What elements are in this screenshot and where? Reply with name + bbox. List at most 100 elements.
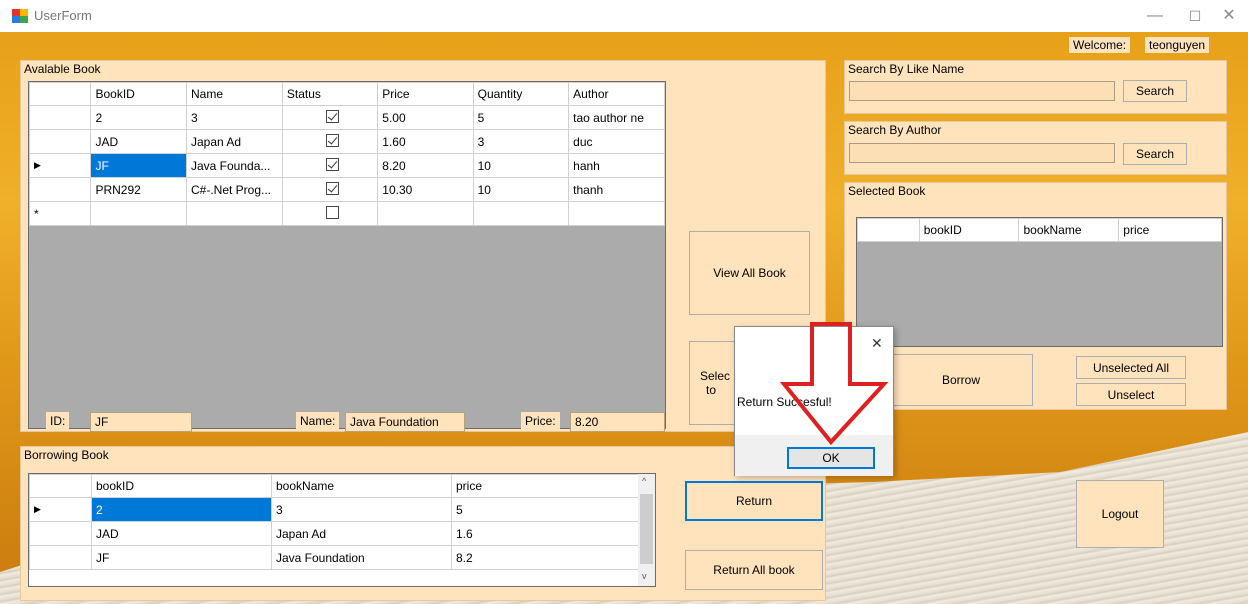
- table-row[interactable]: PRN292 C#-.Net Prog... 10.30 10 thanh: [29, 177, 665, 202]
- new-row[interactable]: *: [29, 201, 665, 226]
- column-header[interactable]: price: [451, 474, 640, 498]
- column-header[interactable]: Author: [568, 82, 665, 106]
- cell-price[interactable]: 8.2: [451, 545, 640, 570]
- search-author-input[interactable]: [849, 143, 1115, 163]
- new-cell[interactable]: [185, 201, 283, 226]
- column-header[interactable]: bookID: [918, 218, 1020, 242]
- ok-button[interactable]: OK: [787, 447, 875, 469]
- cell-price[interactable]: 8.20: [377, 153, 474, 178]
- id-field[interactable]: JF: [90, 412, 192, 432]
- cell-price[interactable]: 1.6: [451, 521, 640, 546]
- cell-author[interactable]: tao author ne: [568, 105, 665, 130]
- cell-price[interactable]: 5: [451, 497, 640, 522]
- available-book-label: Avalable Book: [21, 61, 104, 77]
- search-name-button[interactable]: Search: [1123, 80, 1187, 102]
- scrollbar-thumb[interactable]: [640, 494, 653, 564]
- return-button[interactable]: Return: [685, 481, 823, 521]
- table-row[interactable]: ▶ JF Java Founda... 8.20 10 hanh: [29, 153, 665, 178]
- cell-author[interactable]: duc: [568, 129, 665, 154]
- table-row[interactable]: ▶ 2 3 5: [29, 497, 640, 522]
- select-button-label-1: Selec: [700, 369, 731, 383]
- search-by-name-panel: Search By Like Name Search: [844, 60, 1227, 114]
- cell-name[interactable]: 3: [185, 105, 283, 130]
- name-field[interactable]: Java Foundation: [345, 412, 465, 432]
- selected-book-grid[interactable]: bookID bookName price: [856, 217, 1223, 347]
- cell-bookname[interactable]: Java Foundation: [271, 545, 452, 570]
- cell-price[interactable]: 1.60: [377, 129, 474, 154]
- column-header[interactable]: Price: [377, 82, 474, 106]
- scroll-up-icon[interactable]: ^: [642, 476, 646, 486]
- cell-price[interactable]: 5.00: [377, 105, 474, 130]
- table-row[interactable]: JAD Japan Ad 1.60 3 duc: [29, 129, 665, 154]
- cell-status[interactable]: [281, 105, 379, 130]
- table-row[interactable]: JF Java Foundation 8.2: [29, 545, 640, 570]
- cell-status[interactable]: [281, 129, 379, 154]
- cell-bookid[interactable]: PRN292: [90, 177, 187, 202]
- cell-price[interactable]: 10.30: [377, 177, 474, 202]
- price-label: Price:: [521, 412, 560, 430]
- column-header[interactable]: BookID: [90, 82, 187, 106]
- column-header[interactable]: price: [1118, 218, 1222, 242]
- borrowing-book-grid[interactable]: bookID bookName price ▶ 2 3 5 JAD Japan …: [28, 473, 656, 587]
- cell-status[interactable]: [281, 201, 379, 226]
- new-cell[interactable]: [568, 201, 665, 226]
- cell-bookid[interactable]: JF: [90, 153, 187, 178]
- maximize-button[interactable]: ☐: [1180, 4, 1210, 28]
- status-checkbox[interactable]: [325, 157, 339, 171]
- current-row-marker: ▶: [29, 153, 92, 178]
- column-header[interactable]: bookName: [1018, 218, 1120, 242]
- column-header[interactable]: bookName: [271, 474, 452, 498]
- column-header[interactable]: bookID: [91, 474, 272, 498]
- cell-bookid[interactable]: 2: [90, 105, 187, 130]
- minimize-button[interactable]: —: [1140, 4, 1170, 28]
- status-checkbox[interactable]: [325, 205, 339, 219]
- cell-name[interactable]: C#-.Net Prog...: [185, 177, 283, 202]
- cell-bookid[interactable]: JAD: [90, 129, 187, 154]
- scroll-down-icon[interactable]: v: [642, 571, 647, 581]
- cell-quantity[interactable]: 10: [472, 177, 570, 202]
- cell-bookname[interactable]: Japan Ad: [271, 521, 452, 546]
- cell-status[interactable]: [281, 177, 379, 202]
- select-button-label-2: to: [706, 383, 717, 397]
- cell-bookname[interactable]: 3: [271, 497, 452, 522]
- cell-bookid[interactable]: JF: [91, 545, 272, 570]
- cell-name[interactable]: Japan Ad: [185, 129, 283, 154]
- welcome-user: teonguyen: [1145, 37, 1210, 53]
- search-name-input[interactable]: [849, 81, 1115, 101]
- cell-quantity[interactable]: 5: [472, 105, 570, 130]
- cell-author[interactable]: thanh: [568, 177, 665, 202]
- cell-name[interactable]: Java Founda...: [185, 153, 283, 178]
- cell-status[interactable]: [281, 153, 379, 178]
- search-author-button[interactable]: Search: [1123, 143, 1187, 165]
- price-field[interactable]: 8.20: [570, 412, 665, 432]
- column-header[interactable]: Name: [185, 82, 283, 106]
- new-cell[interactable]: [90, 201, 187, 226]
- status-checkbox[interactable]: [325, 109, 339, 123]
- cell-bookid[interactable]: JAD: [91, 521, 272, 546]
- borrow-button[interactable]: Borrow: [889, 354, 1033, 406]
- close-button[interactable]: ✕: [1214, 4, 1244, 28]
- table-row[interactable]: 2 3 5.00 5 tao author ne: [29, 105, 665, 130]
- column-header[interactable]: Status: [281, 82, 379, 106]
- cell-quantity[interactable]: 10: [472, 153, 570, 178]
- table-row[interactable]: JAD Japan Ad 1.6: [29, 521, 640, 546]
- new-cell[interactable]: [377, 201, 474, 226]
- app-icon: [12, 9, 28, 23]
- status-checkbox[interactable]: [325, 181, 339, 195]
- unselect-button[interactable]: Unselect: [1076, 383, 1186, 406]
- view-all-book-button[interactable]: View All Book: [689, 231, 810, 315]
- search-by-author-panel: Search By Author Search: [844, 121, 1227, 175]
- cell-bookid[interactable]: 2: [91, 497, 272, 522]
- cell-author[interactable]: hanh: [568, 153, 665, 178]
- new-cell[interactable]: [472, 201, 570, 226]
- cell-quantity[interactable]: 3: [472, 129, 570, 154]
- available-book-grid[interactable]: BookID Name Status Price Quantity Author…: [28, 81, 666, 429]
- title-bar: UserForm — ☐ ✕: [0, 0, 1248, 32]
- status-checkbox[interactable]: [325, 133, 339, 147]
- unselected-all-button[interactable]: Unselected All: [1076, 356, 1186, 379]
- grid-header-row: bookID bookName price: [29, 474, 640, 498]
- grid-scrollbar[interactable]: ^ v: [638, 474, 655, 586]
- return-all-book-button[interactable]: Return All book: [685, 550, 823, 590]
- column-header[interactable]: Quantity: [472, 82, 570, 106]
- logout-button[interactable]: Logout: [1076, 480, 1164, 548]
